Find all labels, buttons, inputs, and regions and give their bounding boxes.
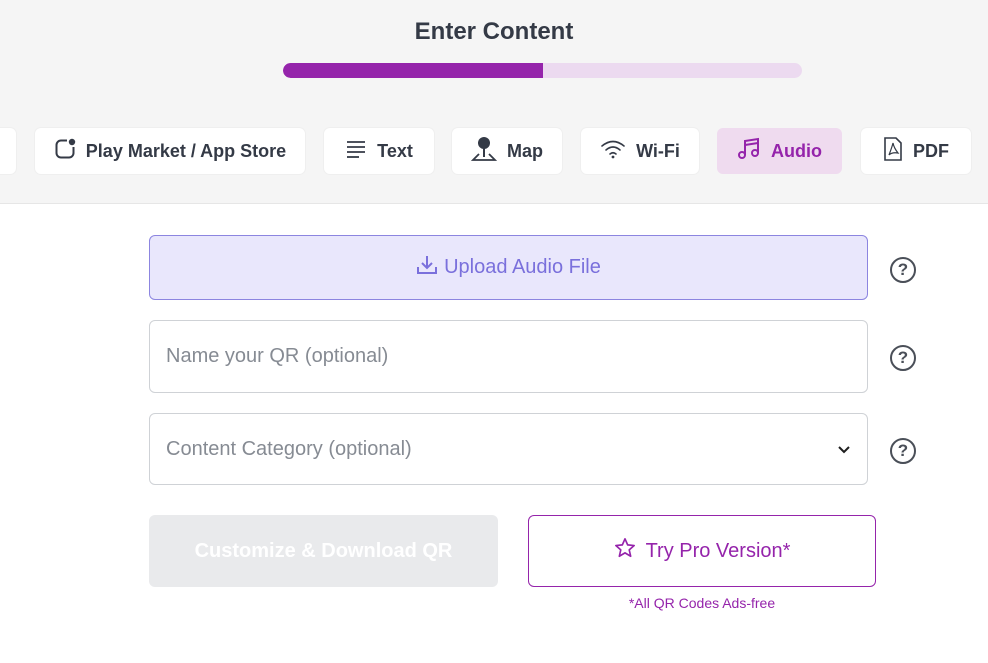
tab-map[interactable]: Map [452, 128, 562, 174]
wifi-icon [600, 139, 626, 164]
music-note-icon [737, 137, 761, 166]
tab-label: Wi-Fi [636, 140, 680, 161]
tab-audio[interactable]: Audio [717, 128, 842, 174]
progress-fill [283, 63, 543, 78]
tab-label: Text [377, 140, 413, 161]
upload-audio-button[interactable]: Upload Audio File [149, 235, 868, 300]
tab-label: Play Market / App Store [85, 140, 287, 161]
tab-wifi[interactable]: Wi-Fi [581, 128, 699, 174]
page-title: Enter Content [414, 18, 574, 45]
app-store-icon [54, 138, 76, 165]
progress-bar [283, 63, 802, 78]
chevron-down-icon [837, 438, 851, 461]
tab-label: Map [507, 140, 543, 161]
upload-label: Upload Audio File [444, 256, 601, 278]
tab-label: Audio [771, 140, 822, 161]
star-icon [614, 537, 636, 565]
text-lines-icon [345, 139, 367, 164]
tab-app-store[interactable]: Play Market / App Store [35, 128, 305, 174]
tab-partial[interactable] [0, 128, 16, 174]
customize-download-button[interactable]: Customize & Download QR [149, 515, 498, 587]
category-placeholder: Content Category (optional) [166, 437, 412, 460]
content-category-select[interactable]: Content Category (optional) [149, 413, 868, 485]
qr-name-input[interactable] [149, 320, 868, 393]
pro-label: Try Pro Version* [645, 539, 791, 562]
tab-label: PDF [913, 140, 949, 161]
help-name-icon[interactable]: ? [890, 345, 916, 371]
pro-note: *All QR Codes Ads-free [628, 595, 776, 611]
tab-pdf[interactable]: PDF [861, 128, 971, 174]
download-icon [416, 255, 438, 281]
try-pro-button[interactable]: Try Pro Version* [528, 515, 876, 587]
pdf-file-icon [883, 136, 903, 166]
help-upload-icon[interactable]: ? [890, 257, 916, 283]
help-category-icon[interactable]: ? [890, 438, 916, 464]
tab-text[interactable]: Text [324, 128, 434, 174]
map-pin-icon [470, 136, 498, 167]
header-area: Enter Content Play Market / App Store Te… [0, 0, 988, 204]
